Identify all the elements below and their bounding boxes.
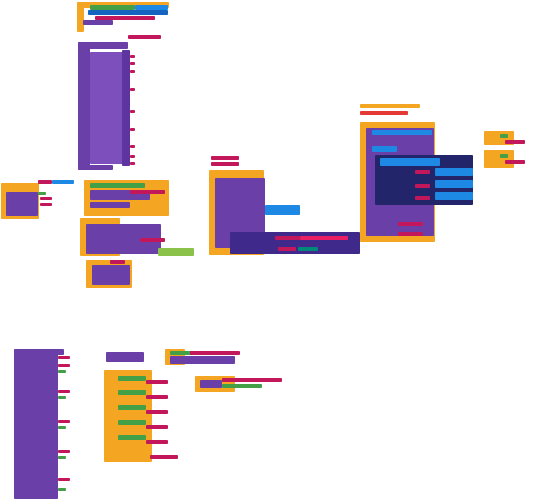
pink-values[interactable] (130, 162, 135, 165)
logic-block[interactable] (118, 376, 146, 381)
procedure-block[interactable] (106, 352, 144, 362)
text-block[interactable] (360, 104, 420, 108)
logic-block[interactable] (500, 134, 508, 138)
green-values[interactable] (58, 370, 66, 373)
component-block[interactable] (380, 158, 440, 166)
procedure-block-tall-head[interactable] (78, 42, 128, 49)
component-block[interactable] (222, 378, 282, 382)
pink-values[interactable] (130, 155, 135, 158)
text-block[interactable] (146, 440, 168, 444)
green-values[interactable] (58, 426, 66, 429)
logic-block[interactable] (500, 154, 508, 158)
pink-values[interactable] (130, 70, 135, 73)
logic-block[interactable] (118, 390, 146, 395)
text-block[interactable] (146, 425, 168, 429)
component-block[interactable] (90, 183, 145, 188)
pink-values[interactable] (130, 128, 135, 131)
pink-values[interactable] (130, 88, 135, 91)
text-block[interactable] (110, 260, 125, 264)
pink-values[interactable] (58, 356, 70, 359)
text-block[interactable] (415, 196, 430, 200)
value-column[interactable] (122, 50, 130, 166)
event-block-far-right-2[interactable] (484, 150, 514, 168)
pink-values[interactable] (130, 145, 135, 148)
pink-values[interactable] (58, 450, 70, 453)
text-block[interactable] (278, 247, 296, 251)
light-green-block[interactable] (158, 248, 194, 256)
component-block[interactable] (88, 10, 168, 15)
text-block[interactable] (275, 236, 300, 240)
text-block[interactable] (128, 35, 161, 39)
pink-values[interactable] (130, 110, 135, 113)
text-block[interactable] (146, 410, 168, 414)
text-block[interactable] (360, 111, 408, 115)
text-block[interactable] (40, 197, 52, 200)
text-block[interactable] (190, 351, 240, 355)
pink-values[interactable] (58, 364, 70, 367)
component-block[interactable] (372, 130, 432, 135)
procedure-block-tall-foot[interactable] (78, 165, 113, 170)
pink-values[interactable] (58, 478, 70, 481)
blocks-workspace[interactable] (0, 0, 538, 499)
pink-values[interactable] (130, 62, 135, 65)
event-block-bottom-middle[interactable] (104, 370, 152, 462)
text-block[interactable] (398, 222, 423, 226)
text-block[interactable] (150, 455, 178, 459)
component-block[interactable] (265, 205, 300, 215)
text-block[interactable] (415, 184, 430, 188)
text-block[interactable] (505, 140, 525, 144)
component-block[interactable] (298, 247, 318, 251)
text-block[interactable] (398, 232, 423, 236)
logic-block[interactable] (38, 192, 46, 195)
pink-values[interactable] (58, 390, 70, 393)
procedure-block[interactable] (90, 202, 130, 208)
text-block[interactable] (40, 203, 52, 206)
component-block[interactable] (222, 384, 262, 388)
text-block[interactable] (211, 156, 239, 160)
text-block[interactable] (300, 236, 348, 240)
text-block[interactable] (146, 380, 168, 384)
procedure-block[interactable] (92, 265, 130, 285)
procedure-block-small[interactable] (83, 20, 113, 25)
procedure-block-bottom-left[interactable] (14, 349, 58, 499)
procedure-block-left[interactable] (6, 192, 38, 216)
procedure-block[interactable] (170, 356, 235, 364)
component-block[interactable] (435, 192, 473, 200)
logic-block[interactable] (118, 405, 146, 410)
text-block[interactable] (146, 395, 168, 399)
procedure-block[interactable] (200, 380, 222, 388)
pink-values[interactable] (130, 55, 135, 58)
component-block[interactable] (435, 168, 473, 176)
component-block[interactable] (372, 146, 397, 152)
text-block[interactable] (130, 190, 165, 194)
text-block[interactable] (415, 170, 430, 174)
component-block[interactable] (52, 180, 74, 184)
logic-block[interactable] (118, 420, 146, 425)
component-block[interactable] (435, 180, 473, 188)
green-values[interactable] (58, 488, 66, 491)
procedure-block-tall[interactable] (78, 42, 90, 170)
pink-values[interactable] (58, 420, 70, 423)
green-values[interactable] (58, 456, 66, 459)
text-block[interactable] (211, 162, 239, 166)
text-block[interactable] (505, 160, 525, 164)
text-block[interactable] (38, 180, 52, 184)
logic-block[interactable] (118, 435, 146, 440)
text-block[interactable] (140, 238, 165, 242)
green-values[interactable] (58, 396, 66, 399)
